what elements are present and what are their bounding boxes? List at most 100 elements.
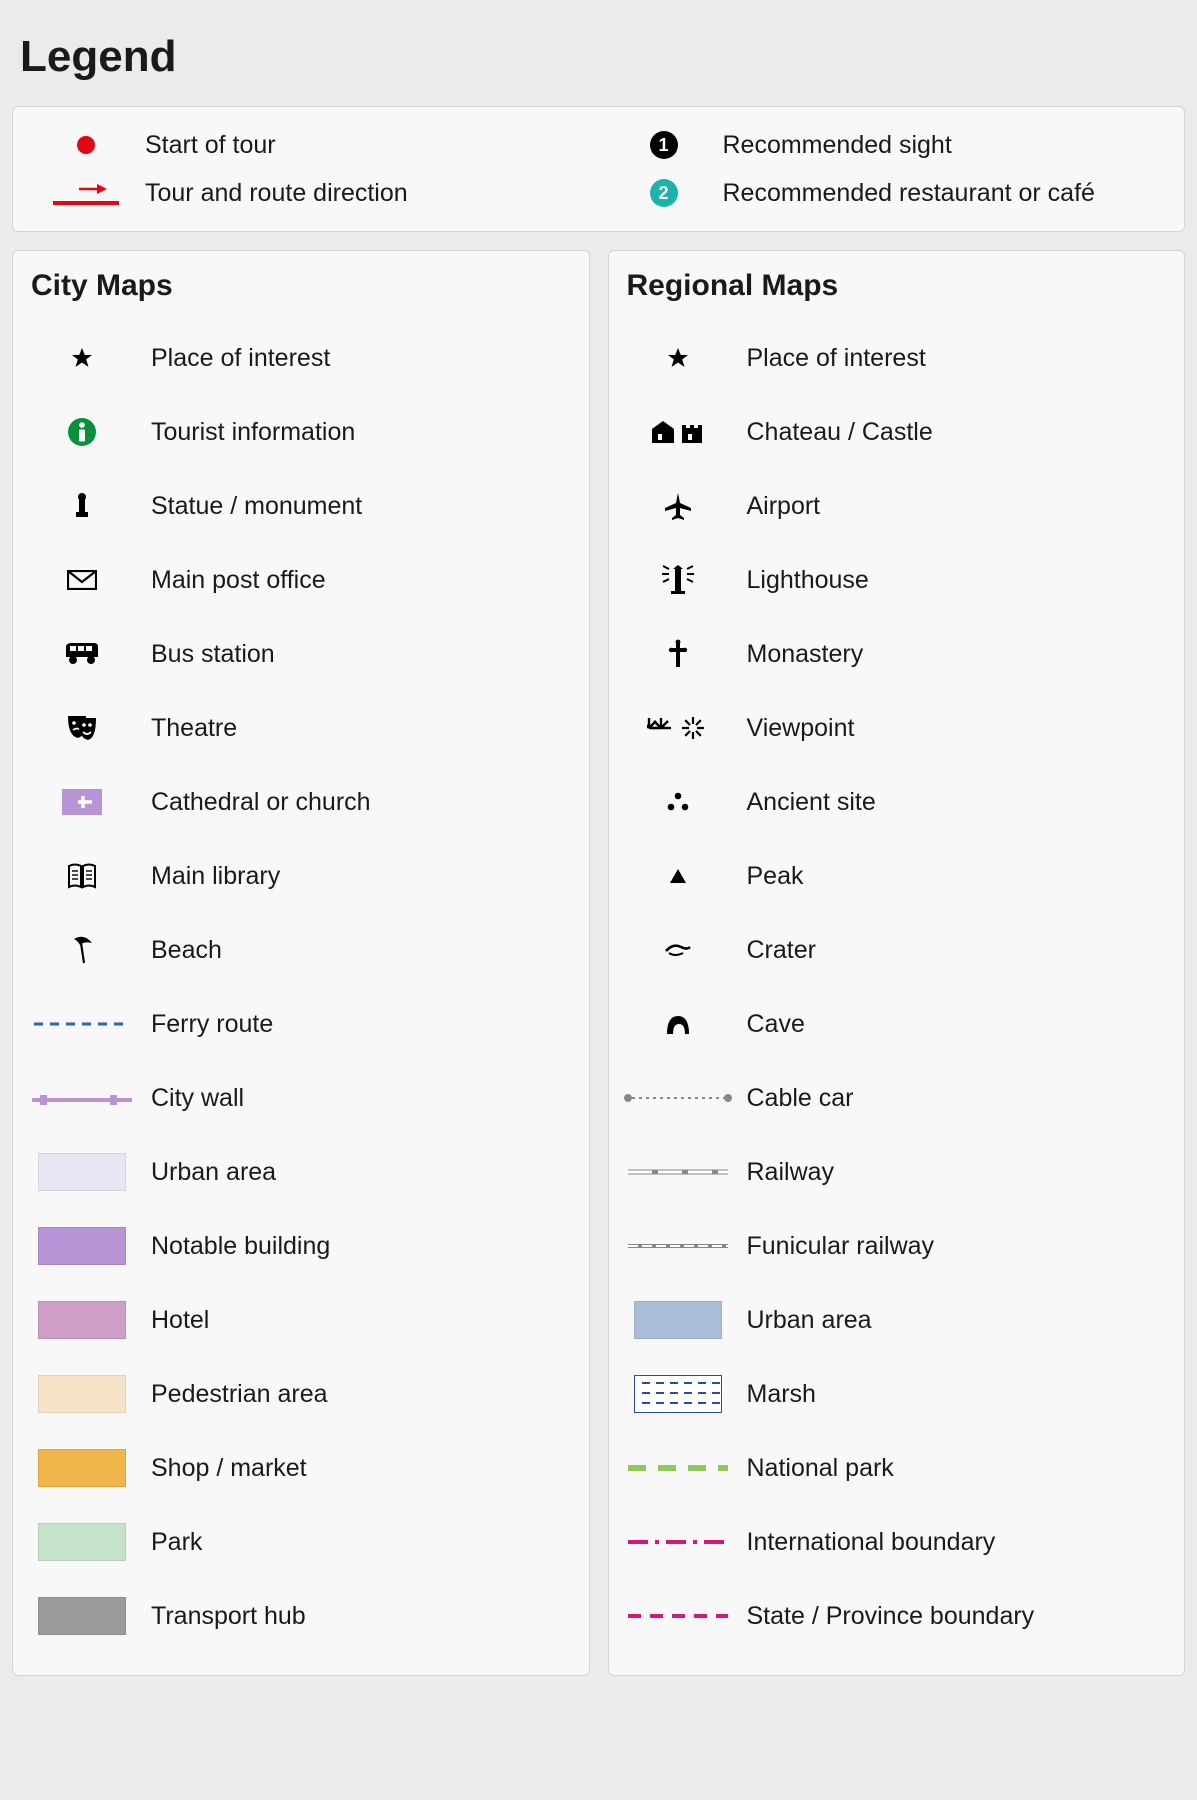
crater-icon xyxy=(613,941,743,959)
legend-label: Cable car xyxy=(747,1083,854,1113)
top-right-column: 1 Recommended sight 2 Recommended restau… xyxy=(609,121,1167,217)
legend-label: Chateau / Castle xyxy=(747,417,933,447)
legend-row: Lighthouse xyxy=(613,543,1167,617)
legend-label: Transport hub xyxy=(151,1601,306,1631)
red-dot-icon xyxy=(31,135,141,155)
legend-label: Place of interest xyxy=(151,343,330,373)
swatch-park-icon xyxy=(17,1523,147,1561)
swatch-shop-icon xyxy=(17,1449,147,1487)
statue-icon xyxy=(17,492,147,520)
legend-row: Notable building xyxy=(17,1209,571,1283)
legend-label: Hotel xyxy=(151,1305,209,1335)
ancient-icon xyxy=(613,791,743,813)
legend-row: Ferry route xyxy=(17,987,571,1061)
swatch-urban-icon xyxy=(17,1153,147,1191)
legend-label: City wall xyxy=(151,1083,244,1113)
legend-label: Main post office xyxy=(151,565,326,595)
swatch-hotel-icon xyxy=(17,1301,147,1339)
cave-icon xyxy=(613,1012,743,1036)
legend-label: Tourist information xyxy=(151,417,355,447)
legend-row: Crater xyxy=(613,913,1167,987)
legend-row: Transport hub xyxy=(17,1579,571,1653)
swatch-pedestrian-icon xyxy=(17,1375,147,1413)
legend-row: Place of interest xyxy=(613,321,1167,395)
legend-row: Urban area xyxy=(613,1283,1167,1357)
num-teal-2-icon: 2 xyxy=(609,179,719,207)
legend-label: Funicular railway xyxy=(747,1231,935,1261)
legend-row: State / Province boundary xyxy=(613,1579,1167,1653)
legend-row: Cathedral or church xyxy=(17,765,571,839)
legend-title: Legend xyxy=(12,12,1185,106)
legend-row: Pedestrian area xyxy=(17,1357,571,1431)
theatre-icon xyxy=(17,714,147,742)
legend-label: Cathedral or church xyxy=(151,787,371,817)
legend-row: Park xyxy=(17,1505,571,1579)
legend-row: Peak xyxy=(613,839,1167,913)
legend-label: Beach xyxy=(151,935,222,965)
legend-row: Funicular railway xyxy=(613,1209,1167,1283)
legend-row: International boundary xyxy=(613,1505,1167,1579)
city-title: City Maps xyxy=(17,265,571,321)
state-line-icon xyxy=(613,1612,743,1620)
legend-row: National park xyxy=(613,1431,1167,1505)
legend-row: Railway xyxy=(613,1135,1167,1209)
columns-row: City Maps Place of interest Tourist info… xyxy=(12,250,1185,1676)
cross-icon xyxy=(613,639,743,669)
legend-row: Tour and route direction xyxy=(31,169,589,217)
legend-row: Shop / market xyxy=(17,1431,571,1505)
legend-label: International boundary xyxy=(747,1527,996,1557)
legend-label: Crater xyxy=(747,935,816,965)
lighthouse-icon xyxy=(613,565,743,595)
castle-icon xyxy=(613,419,743,445)
legend-label: Main library xyxy=(151,861,280,891)
ferry-line-icon xyxy=(17,1019,147,1029)
airport-icon xyxy=(613,491,743,521)
legend-row: Monastery xyxy=(613,617,1167,691)
cablecar-line-icon xyxy=(613,1092,743,1104)
legend-label: Marsh xyxy=(747,1379,816,1409)
star-icon xyxy=(613,346,743,370)
legend-row: Urban area xyxy=(17,1135,571,1209)
legend-label: Ancient site xyxy=(747,787,876,817)
legend-label: Urban area xyxy=(747,1305,872,1335)
legend-row: Airport xyxy=(613,469,1167,543)
swatch-transport-icon xyxy=(17,1597,147,1635)
peak-icon xyxy=(613,868,743,884)
natpark-line-icon xyxy=(613,1464,743,1472)
legend-row: City wall xyxy=(17,1061,571,1135)
post-icon xyxy=(17,570,147,590)
railway-line-icon xyxy=(613,1167,743,1177)
legend-label: Lighthouse xyxy=(747,565,869,595)
legend-label: Recommended restaurant or café xyxy=(723,178,1095,208)
legend-label: Ferry route xyxy=(151,1009,273,1039)
legend-row: Hotel xyxy=(17,1283,571,1357)
regional-title: Regional Maps xyxy=(613,265,1167,321)
swatch-notable-icon xyxy=(17,1227,147,1265)
library-icon xyxy=(17,863,147,889)
legend-row: Main post office xyxy=(17,543,571,617)
legend-label: Viewpoint xyxy=(747,713,855,743)
legend-label: Recommended sight xyxy=(723,130,952,160)
funicular-line-icon xyxy=(613,1241,743,1251)
legend-label: Monastery xyxy=(747,639,864,669)
legend-label: Shop / market xyxy=(151,1453,307,1483)
church-icon xyxy=(17,789,147,815)
legend-label: Place of interest xyxy=(747,343,926,373)
legend-label: Cave xyxy=(747,1009,805,1039)
legend-label: Railway xyxy=(747,1157,835,1187)
regional-maps-section: Regional Maps Place of interest Chateau … xyxy=(608,250,1186,1676)
legend-row: 2 Recommended restaurant or café xyxy=(609,169,1167,217)
legend-row: Ancient site xyxy=(613,765,1167,839)
city-maps-section: City Maps Place of interest Tourist info… xyxy=(12,250,590,1676)
legend-label: Airport xyxy=(747,491,821,521)
legend-row: Cave xyxy=(613,987,1167,1061)
beach-icon xyxy=(17,935,147,965)
legend-row: Marsh xyxy=(613,1357,1167,1431)
legend-row: Bus station xyxy=(17,617,571,691)
legend-label: Tour and route direction xyxy=(145,178,408,208)
legend-label: Urban area xyxy=(151,1157,276,1187)
legend-row: Viewpoint xyxy=(613,691,1167,765)
top-left-column: Start of tour Tour and route direction xyxy=(31,121,589,217)
legend-label: Bus station xyxy=(151,639,275,669)
legend-label: Theatre xyxy=(151,713,237,743)
